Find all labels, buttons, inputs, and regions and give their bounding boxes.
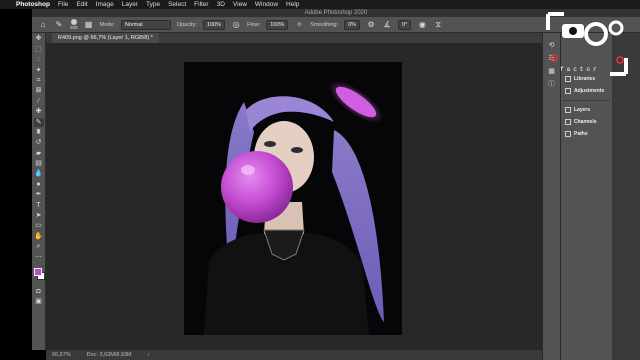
hand-tool-icon[interactable]: ✋: [34, 232, 44, 241]
pressure-opacity-icon[interactable]: ◎: [231, 20, 241, 30]
channels-icon: [565, 119, 571, 125]
menu-window[interactable]: Window: [255, 1, 278, 8]
menu-select[interactable]: Select: [168, 1, 186, 8]
menu-filter[interactable]: Filter: [194, 1, 208, 8]
document-tab-bar: R409.png @ 66,7% (Layer 1, RGB/8) *: [46, 33, 542, 43]
quick-mask-icon[interactable]: ◘: [34, 287, 44, 296]
adjustments-icon: [565, 88, 571, 94]
panel-channels[interactable]: Channels: [561, 116, 612, 128]
opacity-field[interactable]: 100%: [203, 19, 226, 30]
menu-file[interactable]: File: [58, 1, 68, 8]
brush-settings-icon[interactable]: ▦: [84, 20, 94, 30]
smoothing-field[interactable]: 0%: [344, 19, 361, 30]
dodge-tool-icon[interactable]: ●: [34, 180, 44, 189]
gradient-tool-icon[interactable]: ▤: [34, 159, 44, 168]
panel-dock-icons: ⟲ ☰ ▦ ⓘ: [542, 33, 560, 360]
symmetry-icon[interactable]: ⧖: [433, 20, 443, 30]
lasso-tool-icon[interactable]: ◌: [34, 55, 44, 64]
tools-panel: ✥ ⬚ ◌ ✦ ⌗ ⊠ ⁄ ✚ ✎ ♜ ↺ ▰ ▤ 💧 ● ✒ T ➤ ▭ ✋ …: [32, 33, 46, 350]
zoom-tool-icon[interactable]: ⌕: [34, 242, 44, 251]
photo-artwork: [184, 62, 402, 335]
layers-icon: [565, 107, 571, 113]
status-bar: 66,67% Doc: 3,63M/8,93M ›: [46, 350, 542, 360]
airbrush-icon[interactable]: ✧: [294, 20, 304, 30]
document-canvas[interactable]: [184, 62, 402, 335]
foreground-color-swatch[interactable]: [34, 267, 42, 276]
opacity-label: Opacity:: [176, 21, 197, 28]
frame-tool-icon[interactable]: ⊠: [34, 86, 44, 95]
brush-preset-picker[interactable]: 200: [70, 19, 78, 30]
pressure-size-icon[interactable]: ◉: [417, 20, 427, 30]
pen-tool-icon[interactable]: ✒: [34, 190, 44, 199]
doc-size: Doc: 3,63M/8,93M: [86, 352, 132, 358]
right-margin: [612, 33, 640, 360]
marquee-tool-icon[interactable]: ⬚: [34, 45, 44, 54]
panel-label: Layers: [574, 107, 591, 113]
smoothing-settings-icon[interactable]: ⚙: [366, 20, 376, 30]
brush-tool-icon[interactable]: ✎: [54, 20, 64, 30]
panel-label: Channels: [574, 119, 597, 125]
panel-label: Paths: [574, 131, 588, 137]
paths-icon: [565, 131, 571, 137]
menu-view[interactable]: View: [233, 1, 247, 8]
document-tab[interactable]: R409.png @ 66,7% (Layer 1, RGB/8) *: [52, 33, 159, 43]
status-menu-icon[interactable]: ›: [148, 350, 150, 360]
menu-type[interactable]: Type: [146, 1, 160, 8]
mode-select[interactable]: Normal: [120, 19, 171, 30]
shape-tool-icon[interactable]: ▭: [34, 221, 44, 230]
quick-select-tool-icon[interactable]: ✦: [34, 66, 44, 75]
crop-tool-icon[interactable]: ⌗: [34, 76, 44, 85]
app-menu[interactable]: Photoshop: [16, 1, 50, 8]
eraser-tool-icon[interactable]: ▰: [34, 149, 44, 158]
move-tool-icon[interactable]: ✥: [34, 34, 44, 43]
info-icon[interactable]: ⓘ: [547, 80, 557, 89]
type-tool-icon[interactable]: T: [34, 201, 44, 210]
color-swatches[interactable]: [32, 266, 45, 286]
panel-layers[interactable]: Layers: [561, 104, 612, 116]
brush-size-value: 200: [70, 25, 78, 30]
panel-paths[interactable]: Paths: [561, 128, 612, 140]
menu-3d[interactable]: 3D: [217, 1, 225, 8]
stamp-tool-icon[interactable]: ♜: [34, 128, 44, 137]
menu-help[interactable]: Help: [286, 1, 299, 8]
panel-divider: [563, 100, 610, 101]
flow-field[interactable]: 100%: [266, 19, 289, 30]
watermark-text: factor: [560, 66, 600, 73]
blur-tool-icon[interactable]: 💧: [34, 169, 44, 178]
panels-column: Libraries Adjustments Layers Channels Pa…: [560, 33, 612, 360]
more-tools-icon[interactable]: ⋯: [34, 253, 44, 262]
menu-edit[interactable]: Edit: [76, 1, 87, 8]
healing-tool-icon[interactable]: ✚: [34, 107, 44, 116]
path-select-tool-icon[interactable]: ➤: [34, 211, 44, 220]
smoothing-label: Smoothing:: [310, 21, 339, 28]
screen-mode-icon[interactable]: ▣: [34, 297, 44, 306]
panel-label: Adjustments: [574, 88, 605, 94]
home-icon[interactable]: ⌂: [38, 20, 48, 30]
eyedropper-tool-icon[interactable]: ⁄: [34, 97, 44, 106]
angle-field[interactable]: 0°: [398, 19, 412, 30]
zoom-level[interactable]: 66,67%: [52, 350, 71, 360]
history-brush-icon[interactable]: ↺: [34, 138, 44, 147]
flow-label: Flow:: [247, 21, 261, 28]
panel-adjustments[interactable]: Adjustments: [561, 85, 612, 97]
menu-layer[interactable]: Layer: [122, 1, 138, 8]
brush-tool-icon-left[interactable]: ✎: [33, 117, 44, 127]
angle-icon: ∡: [383, 19, 391, 29]
mode-label: Mode:: [99, 21, 115, 28]
menu-image[interactable]: Image: [96, 1, 114, 8]
